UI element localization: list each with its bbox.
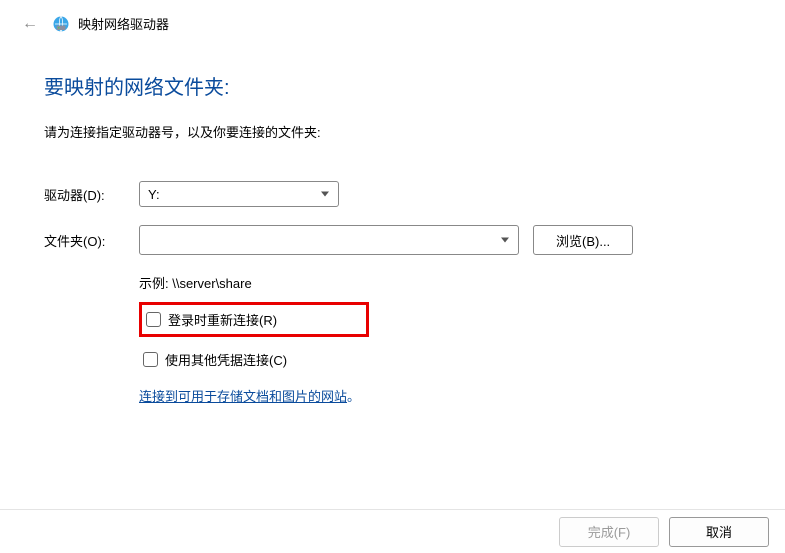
footer: 完成(F) 取消 xyxy=(0,509,785,553)
other-credentials-checkbox[interactable] xyxy=(143,352,158,367)
finish-button[interactable]: 完成(F) xyxy=(559,517,659,547)
website-link-line: 连接到可用于存储文档和图片的网站。 xyxy=(139,386,741,405)
reconnect-checkbox[interactable] xyxy=(146,312,161,327)
other-credentials-label: 使用其他凭据连接(C) xyxy=(165,350,287,369)
back-icon[interactable]: ← xyxy=(22,15,38,33)
folder-combobox[interactable] xyxy=(139,225,519,255)
other-credentials-option[interactable]: 使用其他凭据连接(C) xyxy=(139,347,741,372)
window-title: 映射网络驱动器 xyxy=(78,14,169,33)
drive-label: 驱动器(D): xyxy=(44,185,139,204)
website-link[interactable]: 连接到可用于存储文档和图片的网站 xyxy=(139,389,347,404)
page-heading: 要映射的网络文件夹: xyxy=(44,71,741,100)
reconnect-option-highlighted[interactable]: 登录时重新连接(R) xyxy=(139,302,369,337)
network-drive-icon xyxy=(52,15,70,33)
example-text: 示例: \\server\share xyxy=(139,273,741,292)
browse-button[interactable]: 浏览(B)... xyxy=(533,225,633,255)
reconnect-label: 登录时重新连接(R) xyxy=(168,310,277,329)
drive-select[interactable] xyxy=(139,181,339,207)
link-period: 。 xyxy=(347,389,360,404)
instruction-text: 请为连接指定驱动器号，以及你要连接的文件夹: xyxy=(44,122,741,141)
folder-label: 文件夹(O): xyxy=(44,231,139,250)
cancel-button[interactable]: 取消 xyxy=(669,517,769,547)
